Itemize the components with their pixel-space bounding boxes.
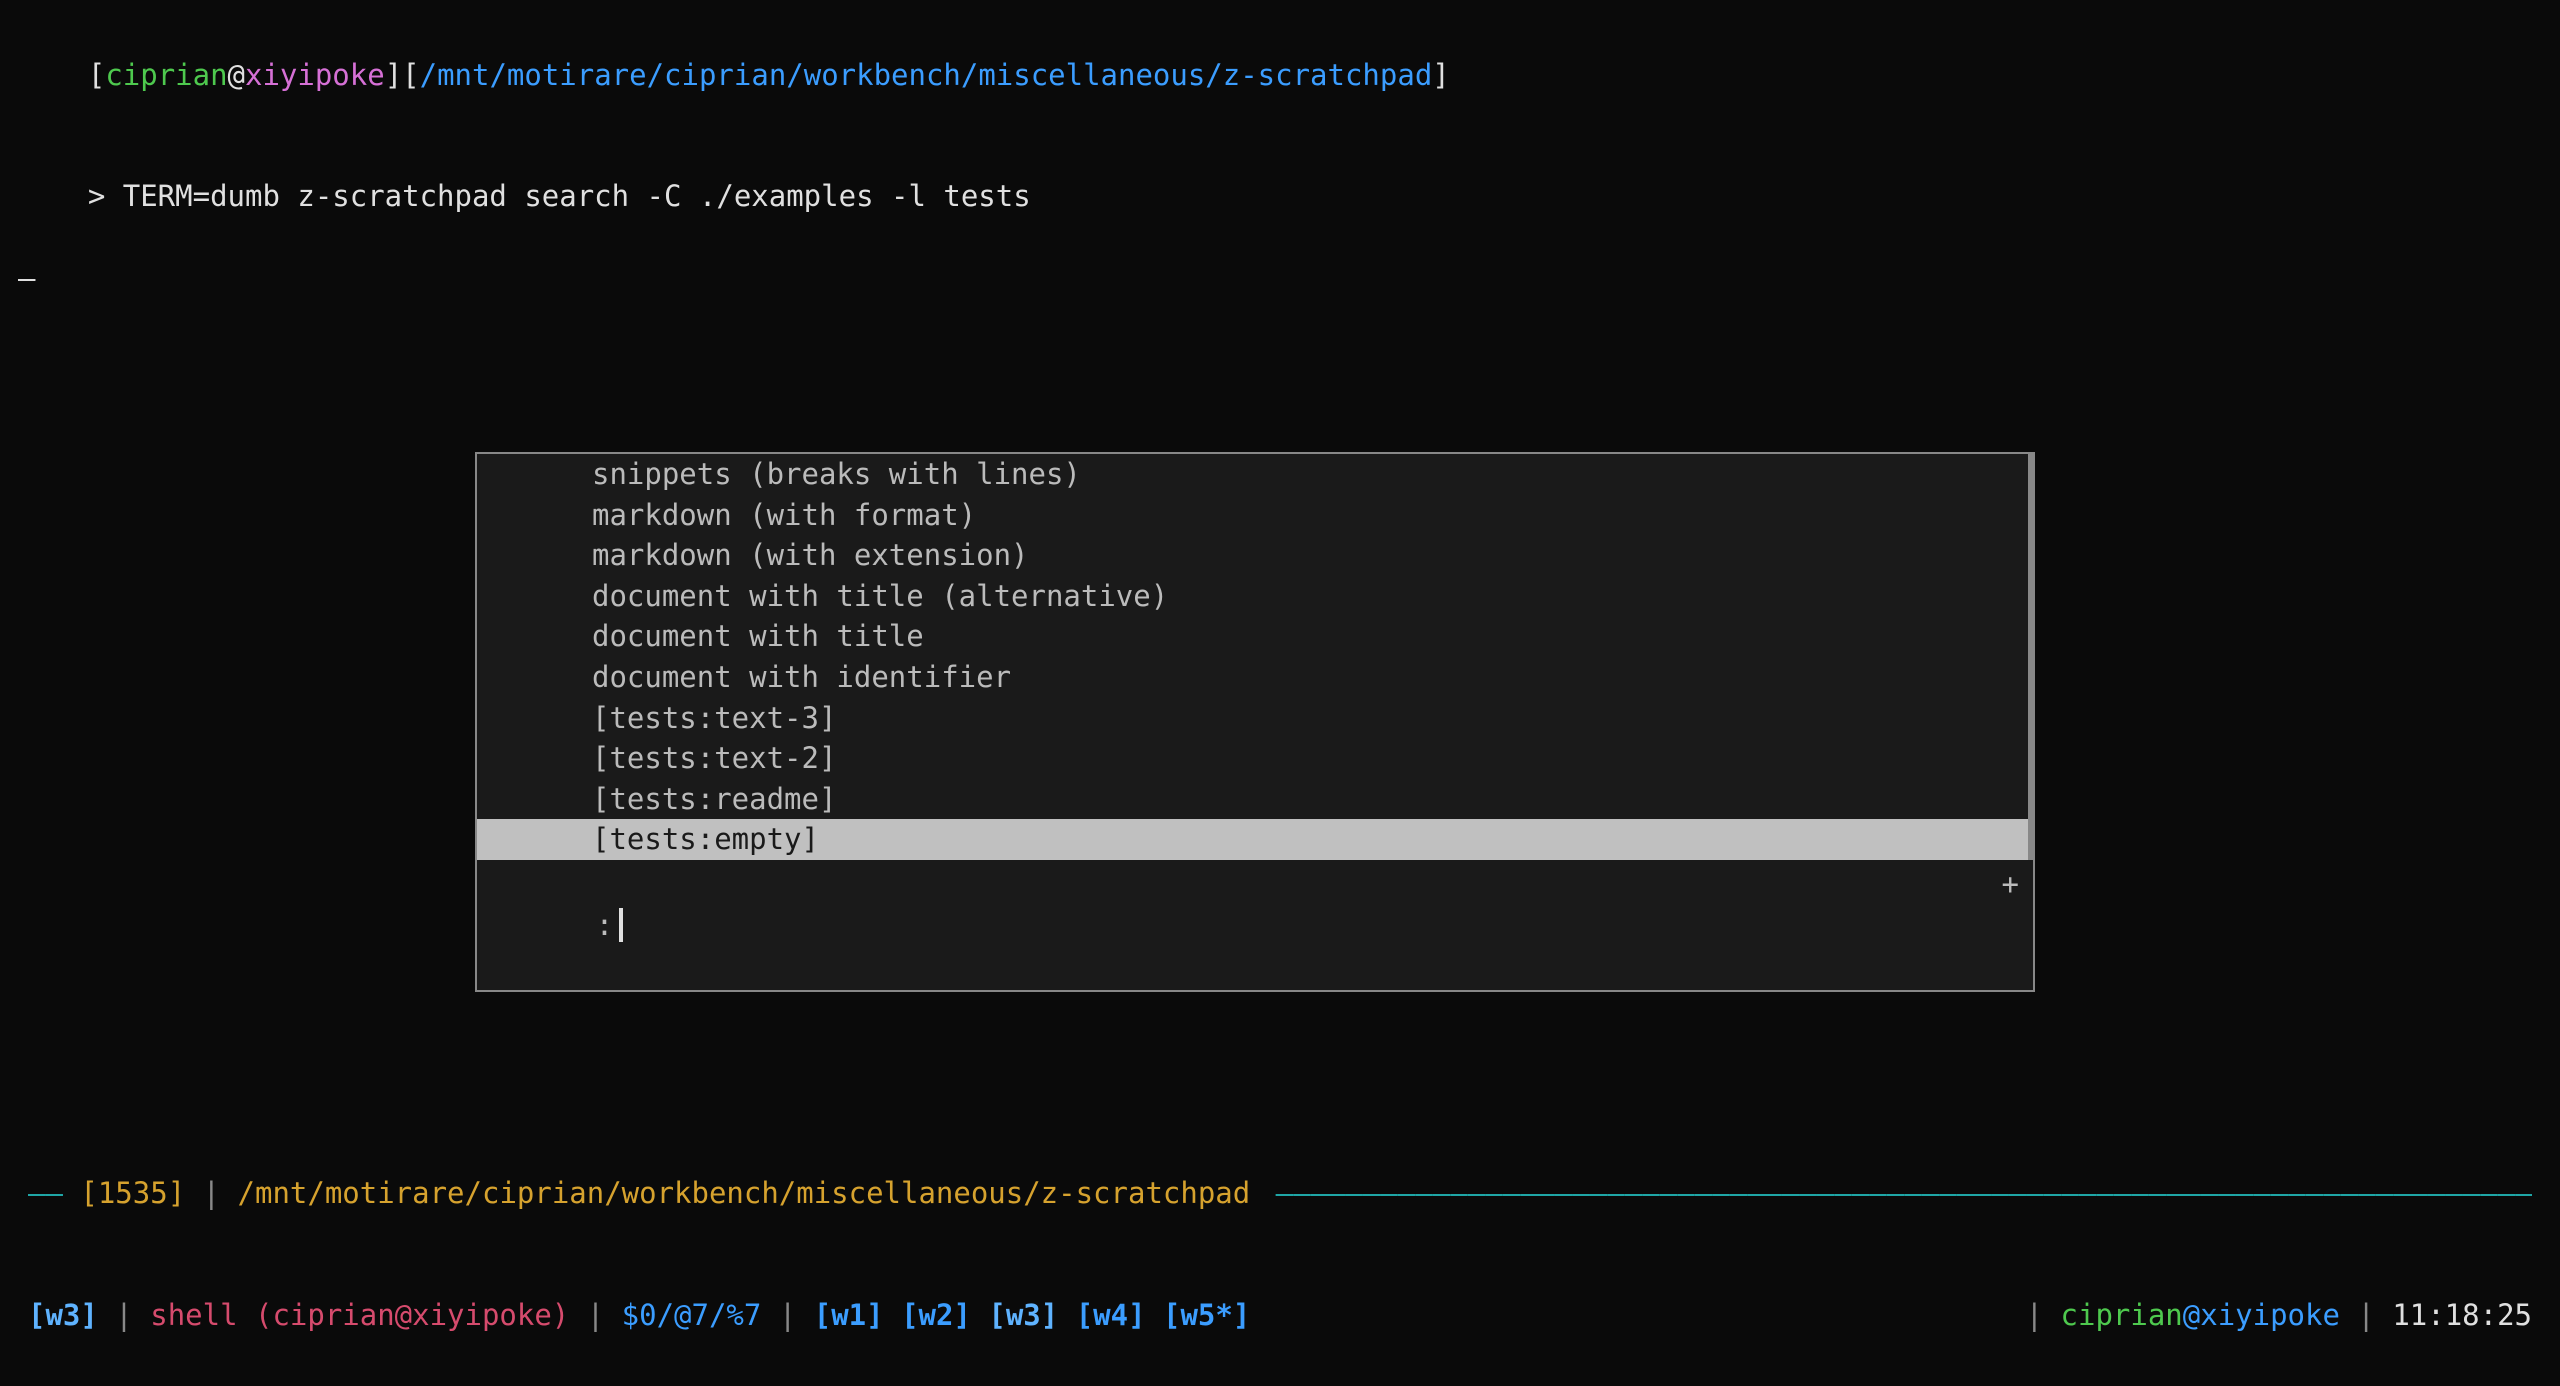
popup-item[interactable]: document with title (alternative) — [477, 576, 2033, 617]
cursor-line: – — [18, 258, 2542, 299]
popup-input-prefix: : — [596, 908, 613, 942]
popup-item[interactable]: markdown (with format) — [477, 495, 2033, 536]
status-user: ciprian — [2061, 1295, 2183, 1336]
popup-item[interactable]: snippets (breaks with lines) — [477, 454, 2033, 495]
prompt-line-1: [ciprian@xiyipoke][/mnt/motirare/ciprian… — [18, 14, 2542, 136]
popup-item[interactable]: [tests:text-3] — [477, 698, 2033, 739]
status-separator: | — [761, 1295, 813, 1336]
terminal-area[interactable]: [ciprian@xiyipoke][/mnt/motirare/ciprian… — [0, 0, 2560, 312]
status-row-2: [w3] | shell (ciprian@xiyipoke) | $0/@7/… — [28, 1295, 2532, 1336]
current-window-tag: [w3] — [28, 1295, 98, 1336]
status-separator: | — [185, 1173, 237, 1214]
prompt-at: @ — [228, 58, 245, 92]
status-dash-fill: ————————————————————————————————————————… — [1250, 1173, 2532, 1214]
status-separator: | — [2026, 1295, 2061, 1336]
popup-list: snippets (breaks with lines) markdown (w… — [477, 454, 2033, 860]
status-host: xiyipoke — [2200, 1295, 2340, 1336]
status-separator: | — [2340, 1295, 2392, 1336]
window-tab-5[interactable]: [w5*] — [1163, 1295, 1250, 1336]
window-tab-1[interactable]: [w1] — [814, 1295, 884, 1336]
status-bar: —— [1535] | /mnt/motirare/ciprian/workbe… — [0, 1092, 2560, 1376]
status-path: /mnt/motirare/ciprian/workbench/miscella… — [238, 1173, 1251, 1214]
popup-plus-icon: + — [2002, 864, 2019, 986]
command-text: TERM=dumb z-scratchpad search -C ./examp… — [123, 179, 1031, 213]
status-at: @ — [2183, 1295, 2200, 1336]
status-dash-lead: —— — [28, 1173, 80, 1214]
session-counts: $0/@7/%7 — [622, 1295, 762, 1336]
search-popup[interactable]: snippets (breaks with lines) markdown (w… — [475, 452, 2035, 992]
popup-input-row[interactable]: : + — [477, 860, 2033, 990]
bracket-open-2: [ — [402, 58, 419, 92]
shell-label: shell — [150, 1295, 255, 1336]
popup-input-caret — [619, 908, 623, 941]
bracket-open-1: [ — [88, 58, 105, 92]
status-clock: 11:18:25 — [2392, 1295, 2532, 1336]
bracket-close-1: ] — [385, 58, 402, 92]
popup-item[interactable]: [tests:readme] — [477, 779, 2033, 820]
prompt-path: /mnt/motirare/ciprian/workbench/miscella… — [420, 58, 1433, 92]
status-session-number: [1535] — [80, 1173, 185, 1214]
shell-session: (ciprian@xiyipoke) — [255, 1295, 569, 1336]
window-tab-3[interactable]: [w3] — [988, 1295, 1058, 1336]
bracket-close-2: ] — [1432, 58, 1449, 92]
popup-item[interactable]: [tests:text-2] — [477, 738, 2033, 779]
status-separator: | — [98, 1295, 150, 1336]
command-line: > TERM=dumb z-scratchpad search -C ./exa… — [18, 136, 2542, 258]
popup-scrollbar[interactable] — [2028, 454, 2033, 860]
prompt-indicator: > — [88, 179, 123, 213]
popup-item-selected[interactable]: [tests:empty] — [477, 819, 2033, 860]
popup-item[interactable]: markdown (with extension) — [477, 535, 2033, 576]
status-row-1: —— [1535] | /mnt/motirare/ciprian/workbe… — [28, 1173, 2532, 1214]
status-separator: | — [569, 1295, 621, 1336]
window-tab-2[interactable]: [w2] — [901, 1295, 971, 1336]
window-tab-4[interactable]: [w4] — [1076, 1295, 1146, 1336]
prompt-host: xiyipoke — [245, 58, 385, 92]
popup-item[interactable]: document with identifier — [477, 657, 2033, 698]
prompt-user: ciprian — [105, 58, 227, 92]
popup-item[interactable]: document with title — [477, 616, 2033, 657]
